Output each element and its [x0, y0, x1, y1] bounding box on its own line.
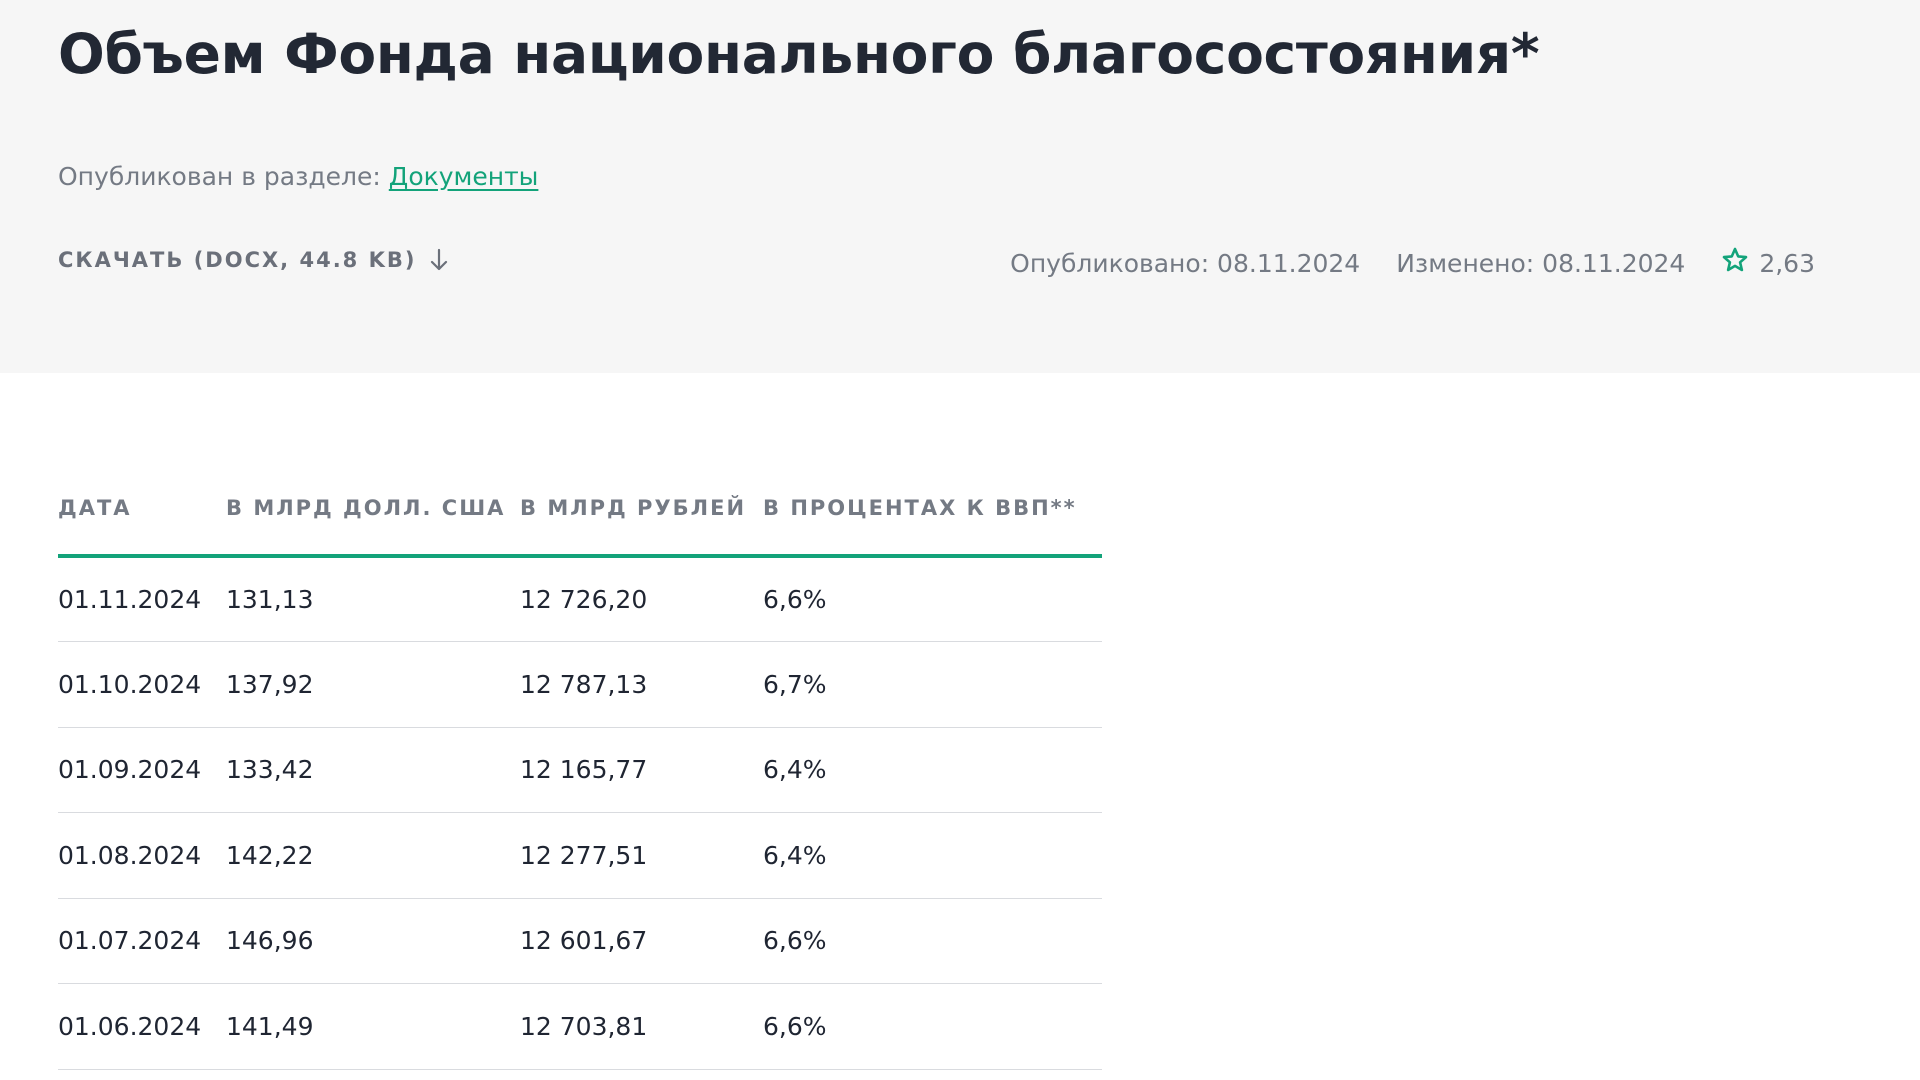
- document-header: Объем Фонда национального благосостояния…: [0, 0, 1920, 373]
- cell-rub: 12 601,67: [520, 898, 763, 984]
- cell-rub: 12 165,77: [520, 727, 763, 813]
- table-row: 01.08.2024 142,22 12 277,51 6,4%: [58, 812, 1102, 899]
- table-row: 01.06.2024 141,49 12 703,81 6,6%: [58, 983, 1102, 1070]
- rating-value: 2,63: [1759, 248, 1815, 278]
- document-meta: Опубликовано: 08.11.2024 Изменено: 08.11…: [1010, 246, 1815, 280]
- documents-section-link[interactable]: Документы: [389, 162, 539, 191]
- published-in-section: Опубликован в разделе: Документы: [58, 162, 538, 191]
- cell-gdp-percent: 6,6%: [763, 983, 1102, 1070]
- download-button[interactable]: СКАЧАТЬ (DOCX, 44.8 KB): [58, 248, 448, 272]
- cell-date: 01.07.2024: [58, 898, 226, 984]
- star-icon: [1721, 246, 1749, 280]
- table-row: 01.10.2024 137,92 12 787,13 6,7%: [58, 641, 1102, 728]
- column-header-gdp-percent: В ПРОЦЕНТАХ К ВВП**: [763, 470, 1102, 558]
- modified-date: Изменено: 08.11.2024: [1396, 248, 1686, 278]
- cell-usd: 141,49: [226, 983, 520, 1070]
- cell-rub: 12 277,51: [520, 812, 763, 899]
- rating[interactable]: 2,63: [1721, 246, 1815, 280]
- cell-date: 01.09.2024: [58, 727, 226, 813]
- cell-date: 01.11.2024: [58, 556, 226, 642]
- cell-gdp-percent: 6,4%: [763, 812, 1102, 899]
- cell-rub: 12 703,81: [520, 983, 763, 1070]
- published-date: Опубликовано: 08.11.2024: [1010, 248, 1361, 278]
- column-header-date: ДАТА: [58, 470, 226, 558]
- table-row: 01.11.2024 131,13 12 726,20 6,6%: [58, 556, 1102, 642]
- cell-gdp-percent: 6,6%: [763, 556, 1102, 642]
- cell-rub: 12 726,20: [520, 556, 763, 642]
- column-header-usd: В МЛРД ДОЛЛ. США: [226, 470, 520, 558]
- download-label: СКАЧАТЬ (DOCX, 44.8 KB): [58, 248, 417, 272]
- cell-usd: 131,13: [226, 556, 520, 642]
- fund-volume-table: ДАТА В МЛРД ДОЛЛ. США В МЛРД РУБЛЕЙ В ПР…: [58, 470, 1102, 1070]
- cell-usd: 137,92: [226, 641, 520, 728]
- cell-gdp-percent: 6,6%: [763, 898, 1102, 984]
- table-header-row: ДАТА В МЛРД ДОЛЛ. США В МЛРД РУБЛЕЙ В ПР…: [58, 470, 1102, 558]
- cell-gdp-percent: 6,4%: [763, 727, 1102, 813]
- arrow-down-icon: [430, 248, 448, 272]
- published-in-label: Опубликован в разделе:: [58, 162, 381, 191]
- column-header-rub: В МЛРД РУБЛЕЙ: [520, 470, 763, 558]
- table-row: 01.09.2024 133,42 12 165,77 6,4%: [58, 727, 1102, 813]
- fund-volume-table-container: ДАТА В МЛРД ДОЛЛ. США В МЛРД РУБЛЕЙ В ПР…: [58, 470, 1102, 1070]
- page-title: Объем Фонда национального благосостояния…: [58, 22, 1540, 86]
- cell-usd: 146,96: [226, 898, 520, 984]
- cell-usd: 133,42: [226, 727, 520, 813]
- cell-date: 01.10.2024: [58, 641, 226, 728]
- cell-date: 01.06.2024: [58, 983, 226, 1070]
- cell-usd: 142,22: [226, 812, 520, 899]
- cell-date: 01.08.2024: [58, 812, 226, 899]
- cell-rub: 12 787,13: [520, 641, 763, 728]
- table-row: 01.07.2024 146,96 12 601,67 6,6%: [58, 898, 1102, 984]
- cell-gdp-percent: 6,7%: [763, 641, 1102, 728]
